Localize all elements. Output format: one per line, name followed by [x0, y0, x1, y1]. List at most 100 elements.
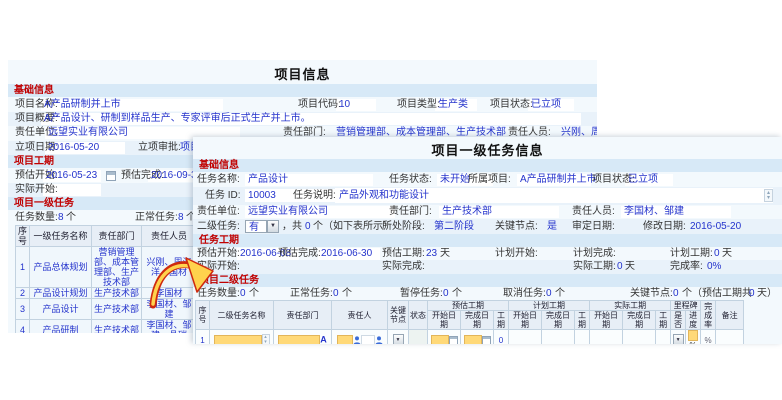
- est-dur-unit: 天: [440, 247, 450, 261]
- est-start-input[interactable]: [431, 335, 449, 345]
- act-dur-value: 0: [617, 260, 623, 274]
- act-end-label: 实际完成:: [382, 260, 425, 274]
- project-info-title: 项目信息: [8, 64, 597, 83]
- calendar-icon[interactable]: [449, 336, 458, 345]
- task-link[interactable]: 产品研制: [42, 325, 78, 333]
- subtask-dept-input[interactable]: [278, 335, 320, 345]
- plan-dur-unit: 天: [722, 247, 732, 261]
- plan-end-label: 计划完成:: [573, 247, 616, 261]
- name-stepper-icon[interactable]: ▴▾: [262, 334, 270, 344]
- keynode-cell: ▼: [388, 330, 409, 345]
- calendar-icon[interactable]: [106, 171, 116, 181]
- cancel-unit: 个: [555, 287, 565, 301]
- task-link[interactable]: 产品设计规划: [33, 288, 87, 298]
- count-value: 0: [240, 287, 246, 301]
- task-link[interactable]: 产品总体规划: [33, 262, 87, 272]
- row-no: 1: [196, 330, 210, 345]
- section-task-schedule: 任务工期: [193, 234, 782, 247]
- person-picker-icon[interactable]: [375, 335, 383, 344]
- level2-header-row1: 序号 二级任务名称 责任部门 责任人 关键节点 状态 预估工期 计划工期 实际工…: [196, 301, 744, 311]
- row1-person: 兴刚、周海洋、国材: [146, 257, 191, 277]
- row2-person: 李国材: [155, 288, 182, 298]
- table-row: 3 产品设计 生产技术部 李国材、邹建: [16, 299, 197, 320]
- parent-project-link[interactable]: A产品研制并上市: [520, 173, 597, 187]
- est-start-value: 2016-05-23: [46, 169, 97, 183]
- desc-scroll-stepper[interactable]: ▴ ▾: [764, 189, 773, 202]
- est-end-cell: [461, 330, 494, 345]
- act-end-cell[interactable]: [623, 330, 656, 345]
- col-header-person: 责任人员: [142, 226, 197, 247]
- est-start-cell: [428, 330, 461, 345]
- subtask-name-input[interactable]: [214, 335, 262, 345]
- act-dur-unit: 天: [625, 260, 635, 274]
- level1-table-header: 序号 一级任务名称 责任部门 责任人员: [16, 226, 197, 247]
- project-status-label: 项目状态:: [490, 98, 533, 112]
- row3-no: 3: [16, 299, 30, 320]
- task-count-value: 8: [58, 211, 64, 225]
- pause-label: 暂停任务:: [400, 287, 443, 301]
- subtask-name-cell: ▴▾: [210, 330, 274, 345]
- est-end-value: 2016-06-30: [321, 247, 372, 261]
- project-status-value: 已立项: [531, 98, 561, 112]
- calendar-icon[interactable]: [482, 336, 491, 345]
- person-input-1[interactable]: [337, 335, 353, 345]
- cancel-label: 取消任务:: [503, 287, 546, 301]
- keynode-dropdown[interactable]: ▼: [393, 334, 404, 344]
- section-basic-info: 基础信息: [8, 84, 597, 97]
- project-type-value: 生产类: [438, 98, 468, 112]
- row-subtask-flags: 二级任务: 有 ▼ ，共 0 个（如下表所示） 所处阶段: 第二阶段 关键节点:…: [193, 219, 782, 234]
- project-code-label: 项目代码:: [298, 98, 341, 112]
- col-plan-group: 计划工期: [509, 301, 590, 311]
- row3-person: 李国材、邹建: [146, 299, 191, 319]
- col-plan-end: 完成日期: [542, 311, 575, 330]
- task-link[interactable]: 产品设计: [42, 304, 78, 314]
- est-end-label: 预估完成:: [278, 247, 321, 261]
- act-start-cell[interactable]: [590, 330, 623, 345]
- col-rate: 完成率: [701, 301, 716, 330]
- plan-start-cell[interactable]: [509, 330, 542, 345]
- project-summary-value: A产品设计、研制到样品生产、专家评审后正式生产并上市。: [44, 112, 311, 126]
- caret-down-icon[interactable]: ▾: [767, 196, 770, 201]
- row2-dept: 生产技术部: [94, 288, 139, 298]
- person-picker-icon[interactable]: [353, 335, 361, 344]
- task-status-value: 未开始: [440, 173, 470, 187]
- task-count-label: 任务数量:: [15, 211, 58, 225]
- col-dept: 责任部门: [274, 301, 332, 330]
- subtask-dropdown-button[interactable]: ▼: [267, 220, 279, 233]
- section-basic-info: 基础信息: [193, 159, 782, 172]
- col-mile-progress: 进度: [686, 311, 701, 330]
- milestone-dropdown[interactable]: ▼: [673, 334, 684, 344]
- stage-value: 第二阶段: [434, 219, 474, 234]
- progress-cell: %: [686, 330, 701, 345]
- row-unit-dept-person: 责任单位: 远望实业有限公司 责任部门: 生产技术部 责任人员: 李国材、邹建: [193, 205, 782, 219]
- rate-cell: %: [701, 330, 716, 345]
- col-plan-start: 开始日期: [509, 311, 542, 330]
- est-dur-cell: 0: [494, 330, 509, 345]
- col-act-start: 开始日期: [590, 311, 623, 330]
- col-est-start: 开始日期: [428, 311, 461, 330]
- normal-unit: 个: [342, 287, 352, 301]
- progress-input[interactable]: [688, 330, 698, 341]
- plan-end-cell[interactable]: [542, 330, 575, 345]
- person-input-2[interactable]: [361, 335, 375, 345]
- note-cell[interactable]: [716, 330, 744, 345]
- subtask-person-cell: [332, 330, 388, 345]
- dept-label: 责任部门:: [389, 205, 432, 219]
- subtask-label: 二级任务:: [197, 219, 240, 234]
- org-picker-icon[interactable]: A: [320, 334, 327, 344]
- subtask-select[interactable]: 有: [245, 220, 267, 233]
- subtask-count: 0: [305, 219, 311, 234]
- row-subtask-counts: 任务数量: 0 个 正常任务: 0 个 暂停任务: 0 个 取消任务: 0 个 …: [193, 287, 782, 301]
- task-name-value: 产品设计: [248, 173, 288, 187]
- project-type-label: 项目类型:: [397, 98, 440, 112]
- count-unit: 个: [249, 287, 259, 301]
- unit-value: 远望实业有限公司: [48, 126, 128, 140]
- act-dur-label: 实际工期:: [573, 260, 616, 274]
- col-plan-dur: 工期: [575, 311, 590, 330]
- est-end-input[interactable]: [464, 335, 482, 345]
- percent-sign: %: [690, 341, 697, 344]
- subtask-select-value: 有: [249, 220, 259, 235]
- plan-dur-value: 0: [714, 247, 720, 261]
- plan-dur-cell: [575, 330, 590, 345]
- keynode-label: 关键节点:: [495, 219, 538, 234]
